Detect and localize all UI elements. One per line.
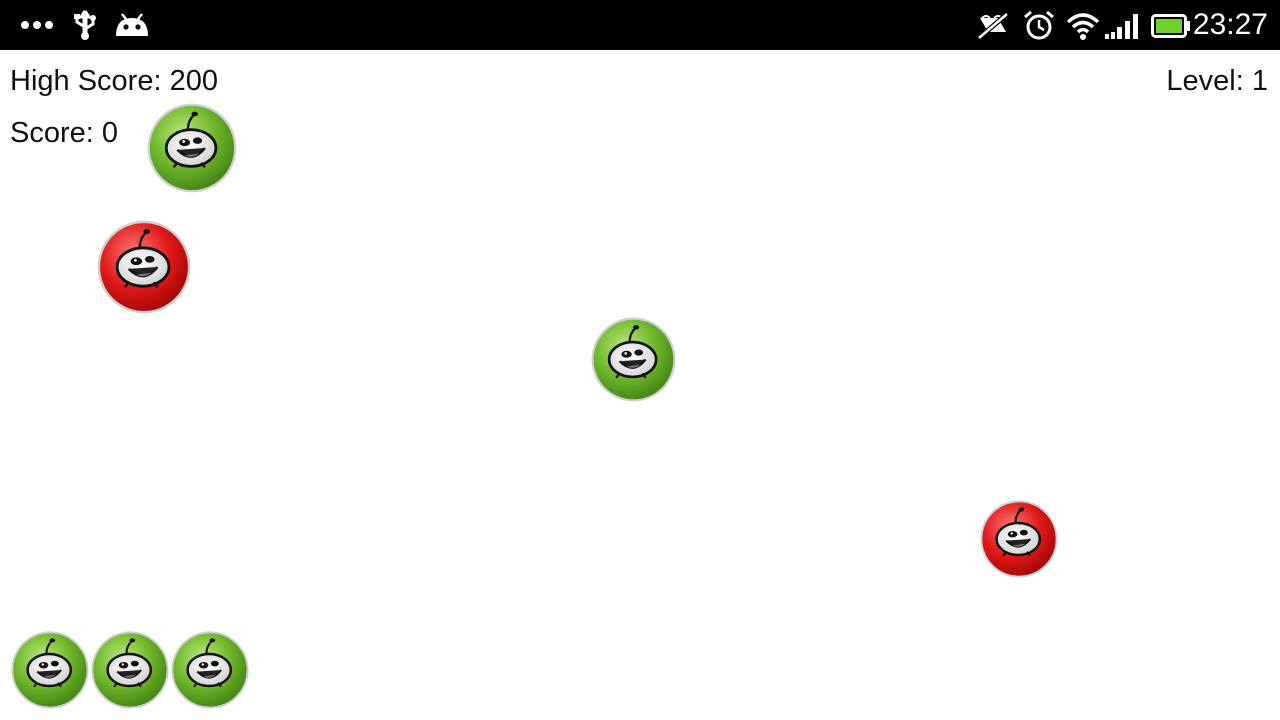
green-bug[interactable] [590, 316, 677, 403]
status-bar: 23:27 [0, 0, 1280, 50]
life-bug-icon [170, 630, 250, 710]
alarm-icon [1024, 10, 1054, 40]
signal-icon [1105, 14, 1138, 39]
green-bug[interactable] [146, 102, 238, 194]
clock-time: 23:27 [1192, 8, 1268, 41]
wifi-icon [1066, 13, 1100, 40]
battery-icon [1151, 14, 1190, 38]
android-debug-icon [116, 13, 148, 36]
game-screen: 23:27 High Score: 200 Score: 0 Level: 1 [0, 0, 1280, 720]
life-bug-icon [10, 630, 90, 710]
mute-icon [977, 12, 1009, 40]
more-dots-icon [21, 21, 53, 29]
level-label: Level: 1 [1166, 65, 1268, 97]
red-bug[interactable] [979, 499, 1059, 579]
life-bug-icon [90, 630, 170, 710]
usb-icon [74, 10, 96, 40]
high-score-label: High Score: 200 [10, 65, 218, 97]
playfield[interactable]: High Score: 200 Score: 0 Level: 1 [0, 50, 1280, 720]
red-bug[interactable] [96, 219, 192, 315]
score-label: Score: 0 [10, 117, 118, 149]
